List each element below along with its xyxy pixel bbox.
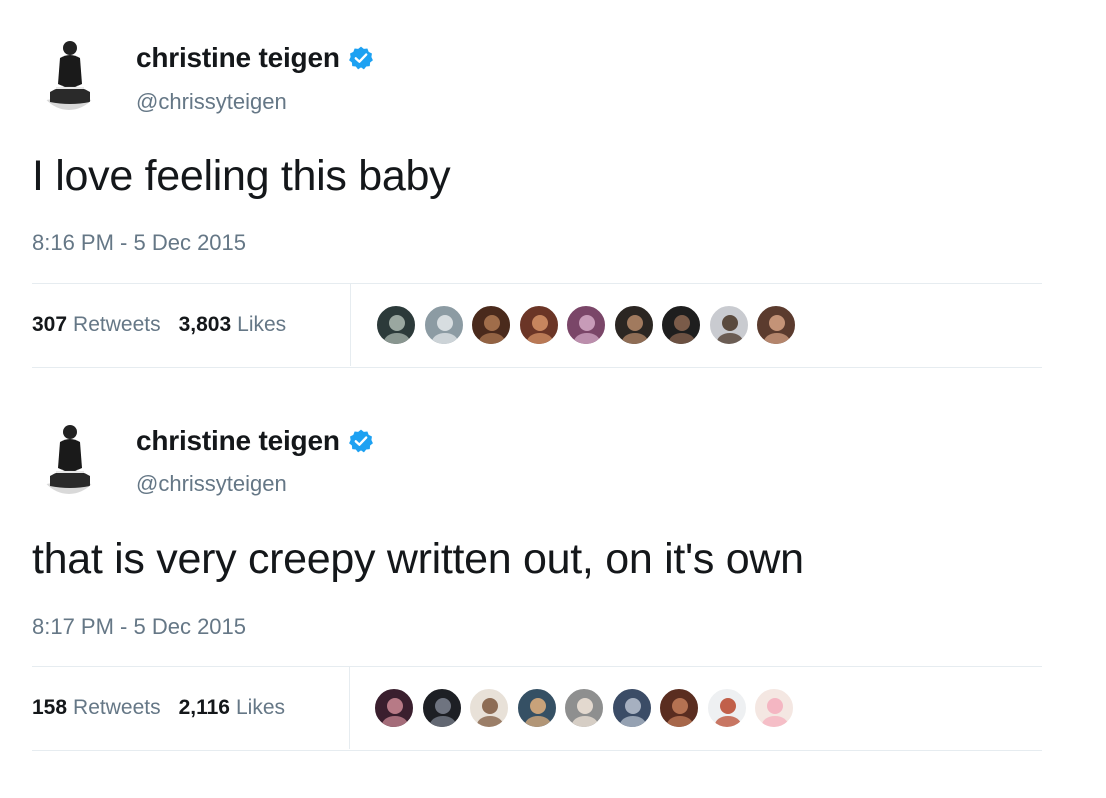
tweet-text: I love feeling this baby (32, 152, 451, 200)
retweet-count[interactable]: 158 Retweets (32, 696, 161, 720)
tweet-timestamp[interactable]: 8:16 PM - 5 Dec 2015 (32, 230, 246, 256)
display-name[interactable]: christine teigen (136, 425, 340, 457)
liker-avatar[interactable] (564, 688, 604, 728)
tweet-stats: 307 Retweets 3,803 Likes (32, 283, 304, 367)
liker-avatar[interactable] (756, 305, 796, 345)
profile-avatar[interactable] (36, 36, 102, 110)
verified-badge-icon (348, 45, 374, 71)
like-label: Likes (237, 313, 287, 336)
liker-avatar[interactable] (706, 688, 747, 728)
like-count[interactable]: 3,803 Likes (179, 313, 287, 337)
user-handle[interactable]: @chrissyteigen (136, 471, 287, 497)
verified-badge-icon (348, 428, 374, 454)
liker-avatar[interactable] (423, 305, 464, 345)
tweet-text: that is very creepy written out, on it's… (32, 535, 804, 583)
profile-avatar[interactable] (36, 420, 102, 494)
retweet-label: Retweets (73, 313, 161, 336)
tweet-stats: 158 Retweets 2,116 Likes (32, 666, 303, 750)
retweet-count-value: 307 (32, 313, 68, 336)
stats-separator (350, 284, 351, 366)
liker-avatars (376, 305, 804, 345)
display-name[interactable]: christine teigen (136, 42, 340, 74)
liker-avatar[interactable] (659, 688, 699, 728)
liker-avatar[interactable] (661, 305, 701, 345)
liker-avatar[interactable] (566, 305, 606, 345)
liker-avatar[interactable] (754, 688, 794, 728)
like-count[interactable]: 2,116 Likes (179, 696, 285, 720)
liker-avatar[interactable] (611, 688, 652, 728)
liker-avatars (374, 688, 802, 728)
liker-avatar[interactable] (469, 688, 509, 728)
retweet-count-value: 158 (32, 696, 68, 719)
user-handle[interactable]: @chrissyteigen (136, 89, 287, 115)
liker-avatar[interactable] (471, 305, 511, 345)
like-count-value: 3,803 (178, 313, 232, 336)
divider (32, 367, 1042, 368)
name-row: christine teigen (136, 42, 374, 74)
liker-avatar[interactable] (421, 688, 462, 728)
divider (32, 750, 1042, 751)
liker-avatar[interactable] (613, 305, 654, 345)
like-label: Likes (236, 696, 286, 719)
stats-separator (349, 667, 350, 749)
liker-avatar[interactable] (376, 305, 416, 345)
liker-avatar[interactable] (518, 305, 559, 345)
like-count-value: 2,116 (178, 696, 230, 719)
liker-avatar[interactable] (516, 688, 557, 728)
retweet-count[interactable]: 307 Retweets (32, 313, 161, 337)
name-row: christine teigen (136, 425, 374, 457)
tweet-timestamp[interactable]: 8:17 PM - 5 Dec 2015 (32, 614, 246, 640)
liker-avatar[interactable] (708, 305, 749, 345)
retweet-label: Retweets (73, 696, 161, 719)
liker-avatar[interactable] (374, 688, 414, 728)
